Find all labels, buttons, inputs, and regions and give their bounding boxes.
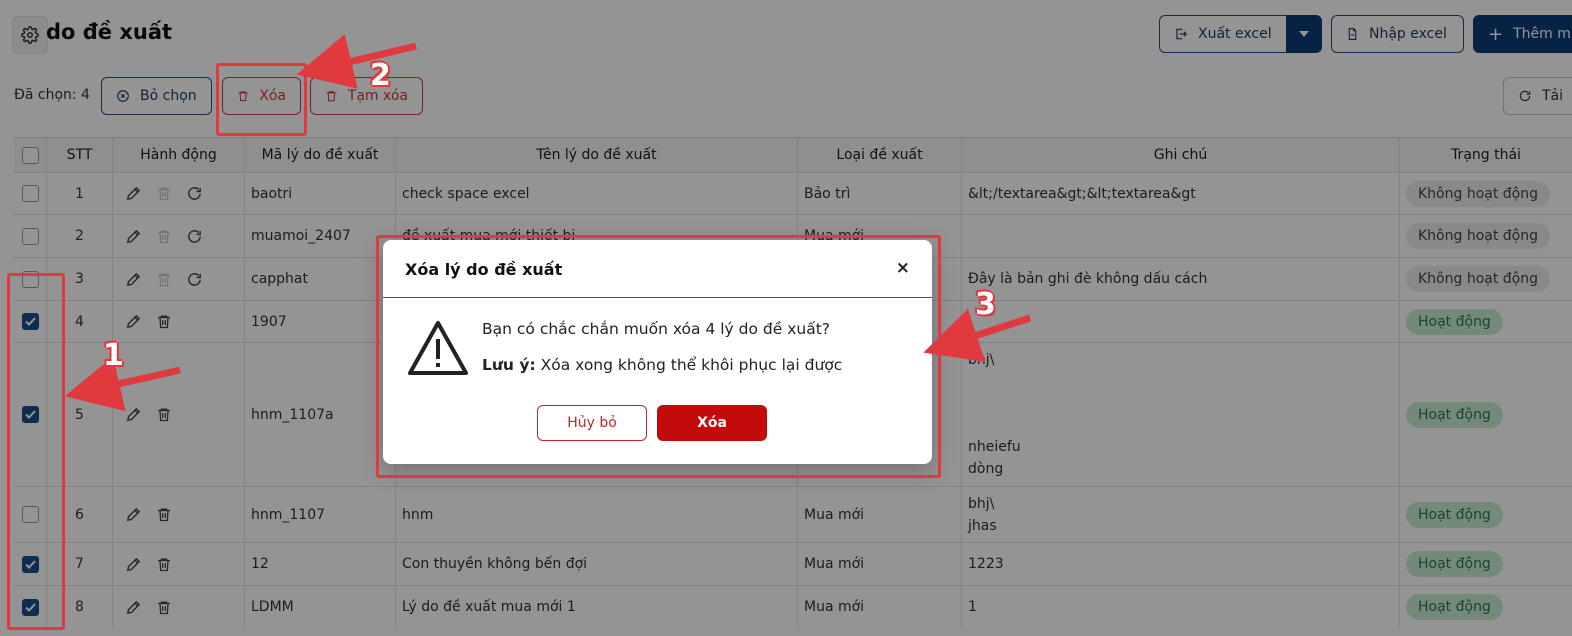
annotation-box-modal [376,235,941,478]
annotation-box-delete [216,63,307,136]
annotation-number-2: 2 [370,58,391,93]
page: do đề xuất Xuất excel Nhập excel + Thêm … [0,0,1572,636]
annotation-number-3: 3 [975,287,996,322]
annotation-arrow-1 [64,356,181,412]
annotation-number-1: 1 [103,338,124,373]
annotation-box-checkboxes [7,273,65,630]
